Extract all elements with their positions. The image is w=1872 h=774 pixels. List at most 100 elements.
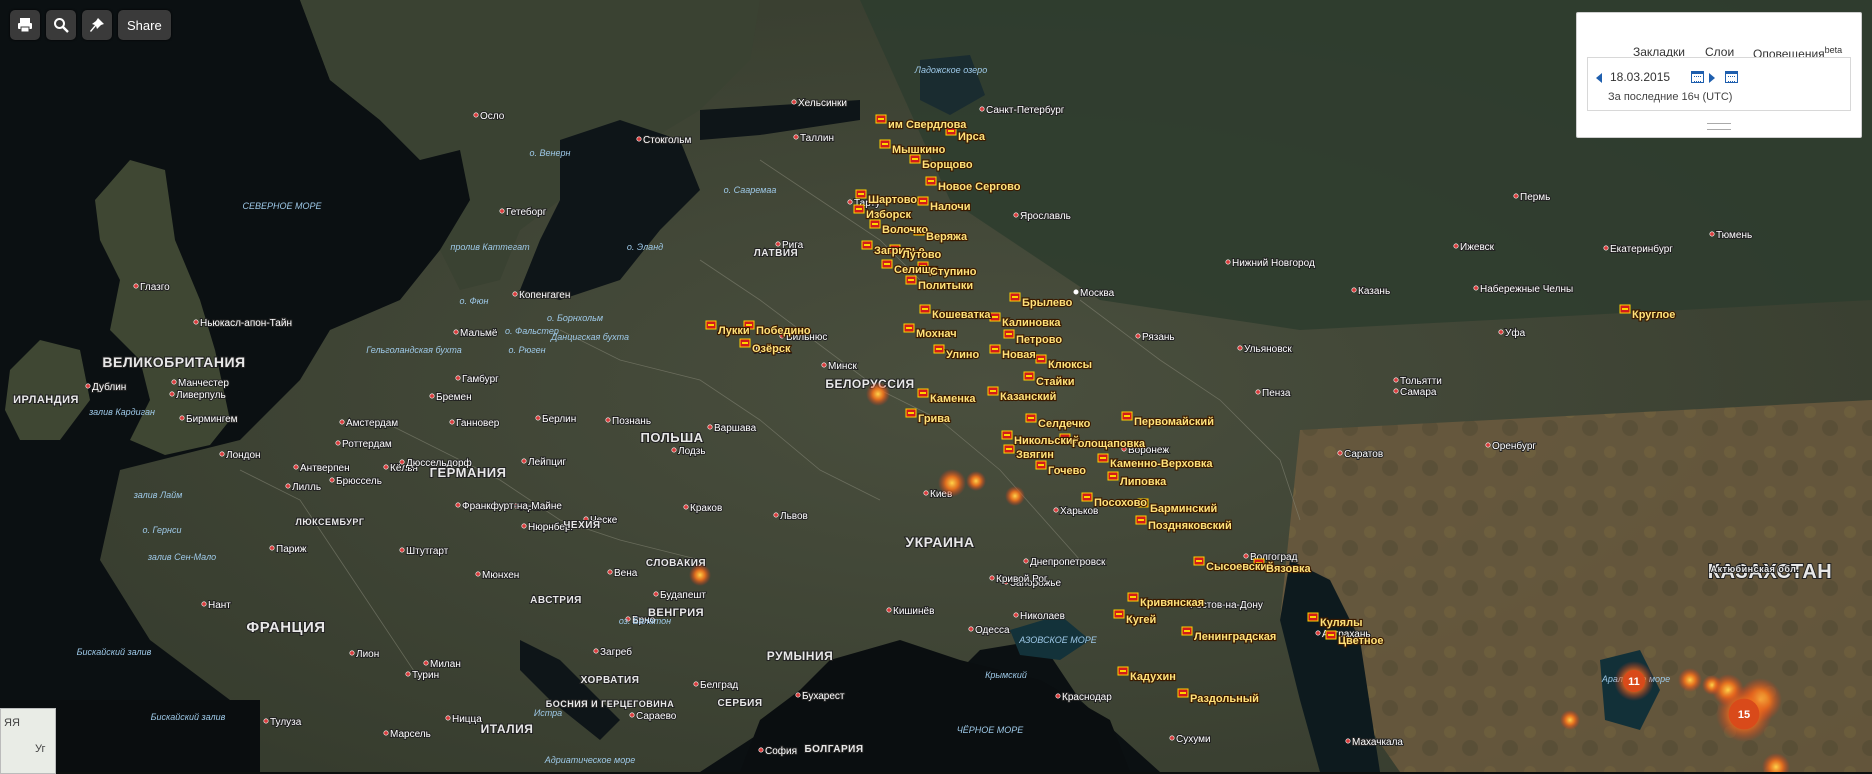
city-dot: [607, 569, 613, 575]
fire-marker-icon[interactable]: [909, 154, 921, 164]
fire-location-label: Налочи: [930, 201, 971, 213]
fire-marker-icon[interactable]: [1023, 371, 1035, 381]
fire-marker-icon[interactable]: [861, 240, 873, 250]
country-label: УКРАИНА: [905, 534, 974, 550]
water-label: ЧЁРНОЕ МОРЕ: [957, 725, 1025, 735]
fire-location-label: Грива: [918, 413, 951, 425]
fire-location-label: Посохово: [1094, 497, 1147, 509]
overview-minimap[interactable]: ЯЯ Уг: [0, 708, 56, 774]
city-label: Познань: [612, 416, 651, 427]
water-label: о. Венерн: [530, 148, 571, 158]
fire-marker-icon[interactable]: [1107, 471, 1119, 481]
city-dot: [629, 712, 635, 718]
water-label: СЕВЕРНОЕ МОРЕ: [242, 201, 322, 211]
fire-marker-icon[interactable]: [879, 139, 891, 149]
city-label: Харьков: [1060, 506, 1098, 517]
pin-button[interactable]: [82, 10, 112, 40]
fire-marker-icon[interactable]: [1035, 354, 1047, 364]
fire-marker-icon[interactable]: [1081, 492, 1093, 502]
previous-date-arrow-icon[interactable]: [1596, 73, 1602, 83]
fire-location-label: Мохнач: [916, 328, 957, 340]
city-label: Пенза: [1262, 388, 1291, 399]
city-label: Мальмё: [460, 328, 498, 339]
city-dot: [171, 379, 177, 385]
calendar-icon[interactable]: [1691, 71, 1704, 83]
fire-marker-icon[interactable]: [1009, 292, 1021, 302]
fire-marker-icon[interactable]: [919, 304, 931, 314]
fire-marker-icon[interactable]: [905, 275, 917, 285]
city-dot: [923, 490, 929, 496]
fire-marker-icon[interactable]: [1177, 688, 1189, 698]
fire-marker-icon[interactable]: [1097, 453, 1109, 463]
calendar-range-icon[interactable]: [1725, 71, 1738, 83]
fire-marker-icon[interactable]: [1117, 666, 1129, 676]
country-label: ПОЛЬША: [640, 430, 703, 445]
fire-location-label: Поздняковский: [1148, 520, 1232, 532]
fire-marker-icon[interactable]: [1001, 430, 1013, 440]
city-label: Бухарест: [802, 691, 845, 702]
search-button[interactable]: [46, 10, 76, 40]
city-label: Сараево: [636, 711, 677, 722]
next-date-arrow-icon[interactable]: [1709, 73, 1715, 83]
fire-marker-icon[interactable]: [739, 338, 751, 348]
city-dot: [263, 718, 269, 724]
fire-marker-icon[interactable]: [989, 344, 1001, 354]
city-dot: [758, 747, 764, 753]
city-label: Краснодар: [1062, 692, 1112, 703]
fire-marker-icon[interactable]: [1003, 444, 1015, 454]
fire-marker-icon[interactable]: [989, 312, 1001, 322]
city-dot: [1243, 553, 1249, 559]
share-button[interactable]: Share: [118, 10, 171, 40]
country-label: ВЕНГРИЯ: [648, 607, 704, 619]
fire-marker-icon[interactable]: [903, 323, 915, 333]
panel-resize-handle[interactable]: [1707, 123, 1731, 130]
city-dot: [793, 134, 799, 140]
fire-marker-icon[interactable]: [917, 196, 929, 206]
fire-marker-icon[interactable]: [1121, 411, 1133, 421]
fire-marker-icon[interactable]: [905, 408, 917, 418]
city-label: Осло: [480, 111, 505, 122]
fire-marker-icon[interactable]: [1193, 556, 1205, 566]
fire-marker-icon[interactable]: [869, 219, 881, 229]
fire-marker-icon[interactable]: [1307, 612, 1319, 622]
city-dot: [201, 601, 207, 607]
city-label: Гамбург: [462, 373, 499, 385]
city-dot: [1135, 333, 1141, 339]
date-value: 18.03.2015: [1610, 70, 1671, 84]
city-dot: [269, 545, 275, 551]
city-dot: [339, 419, 345, 425]
fire-marker-icon[interactable]: [881, 259, 893, 269]
fire-marker-icon[interactable]: [875, 114, 887, 124]
city-dot: [1053, 507, 1059, 513]
city-dot: [671, 447, 677, 453]
fire-marker-icon[interactable]: [917, 388, 929, 398]
fire-marker-icon[interactable]: [925, 176, 937, 186]
fire-hotspot-glow: [1005, 486, 1025, 506]
fire-marker-icon[interactable]: [987, 386, 999, 396]
fire-marker-icon[interactable]: [1619, 304, 1631, 314]
fire-marker-icon[interactable]: [1325, 630, 1337, 640]
print-button[interactable]: [10, 10, 40, 40]
city-label: Ярославль: [1020, 211, 1071, 222]
fire-marker-icon[interactable]: [933, 344, 945, 354]
city-label: Махачкала: [1352, 737, 1403, 748]
fire-marker-icon[interactable]: [1127, 592, 1139, 602]
fire-marker-icon[interactable]: [1181, 626, 1193, 636]
country-label: СЕРБИЯ: [717, 698, 762, 709]
fire-location-label: Улино: [946, 349, 980, 361]
fire-marker-icon[interactable]: [853, 204, 865, 214]
city-label: Париж: [276, 544, 307, 555]
fire-location-label: Сысоевский: [1206, 561, 1274, 573]
fire-marker-icon[interactable]: [705, 320, 717, 330]
fire-marker-icon[interactable]: [1113, 609, 1125, 619]
city-dot: [1315, 630, 1321, 636]
fire-location-label: Шартово: [868, 194, 917, 206]
city-dot: [1709, 231, 1715, 237]
fire-marker-icon[interactable]: [1025, 413, 1037, 423]
fire-marker-icon[interactable]: [855, 189, 867, 199]
city-label: Набережные Челны: [1480, 283, 1573, 295]
fire-marker-icon[interactable]: [1035, 460, 1047, 470]
city-dot: [1073, 289, 1079, 295]
fire-marker-icon[interactable]: [1003, 329, 1015, 339]
fire-marker-icon[interactable]: [1135, 515, 1147, 525]
